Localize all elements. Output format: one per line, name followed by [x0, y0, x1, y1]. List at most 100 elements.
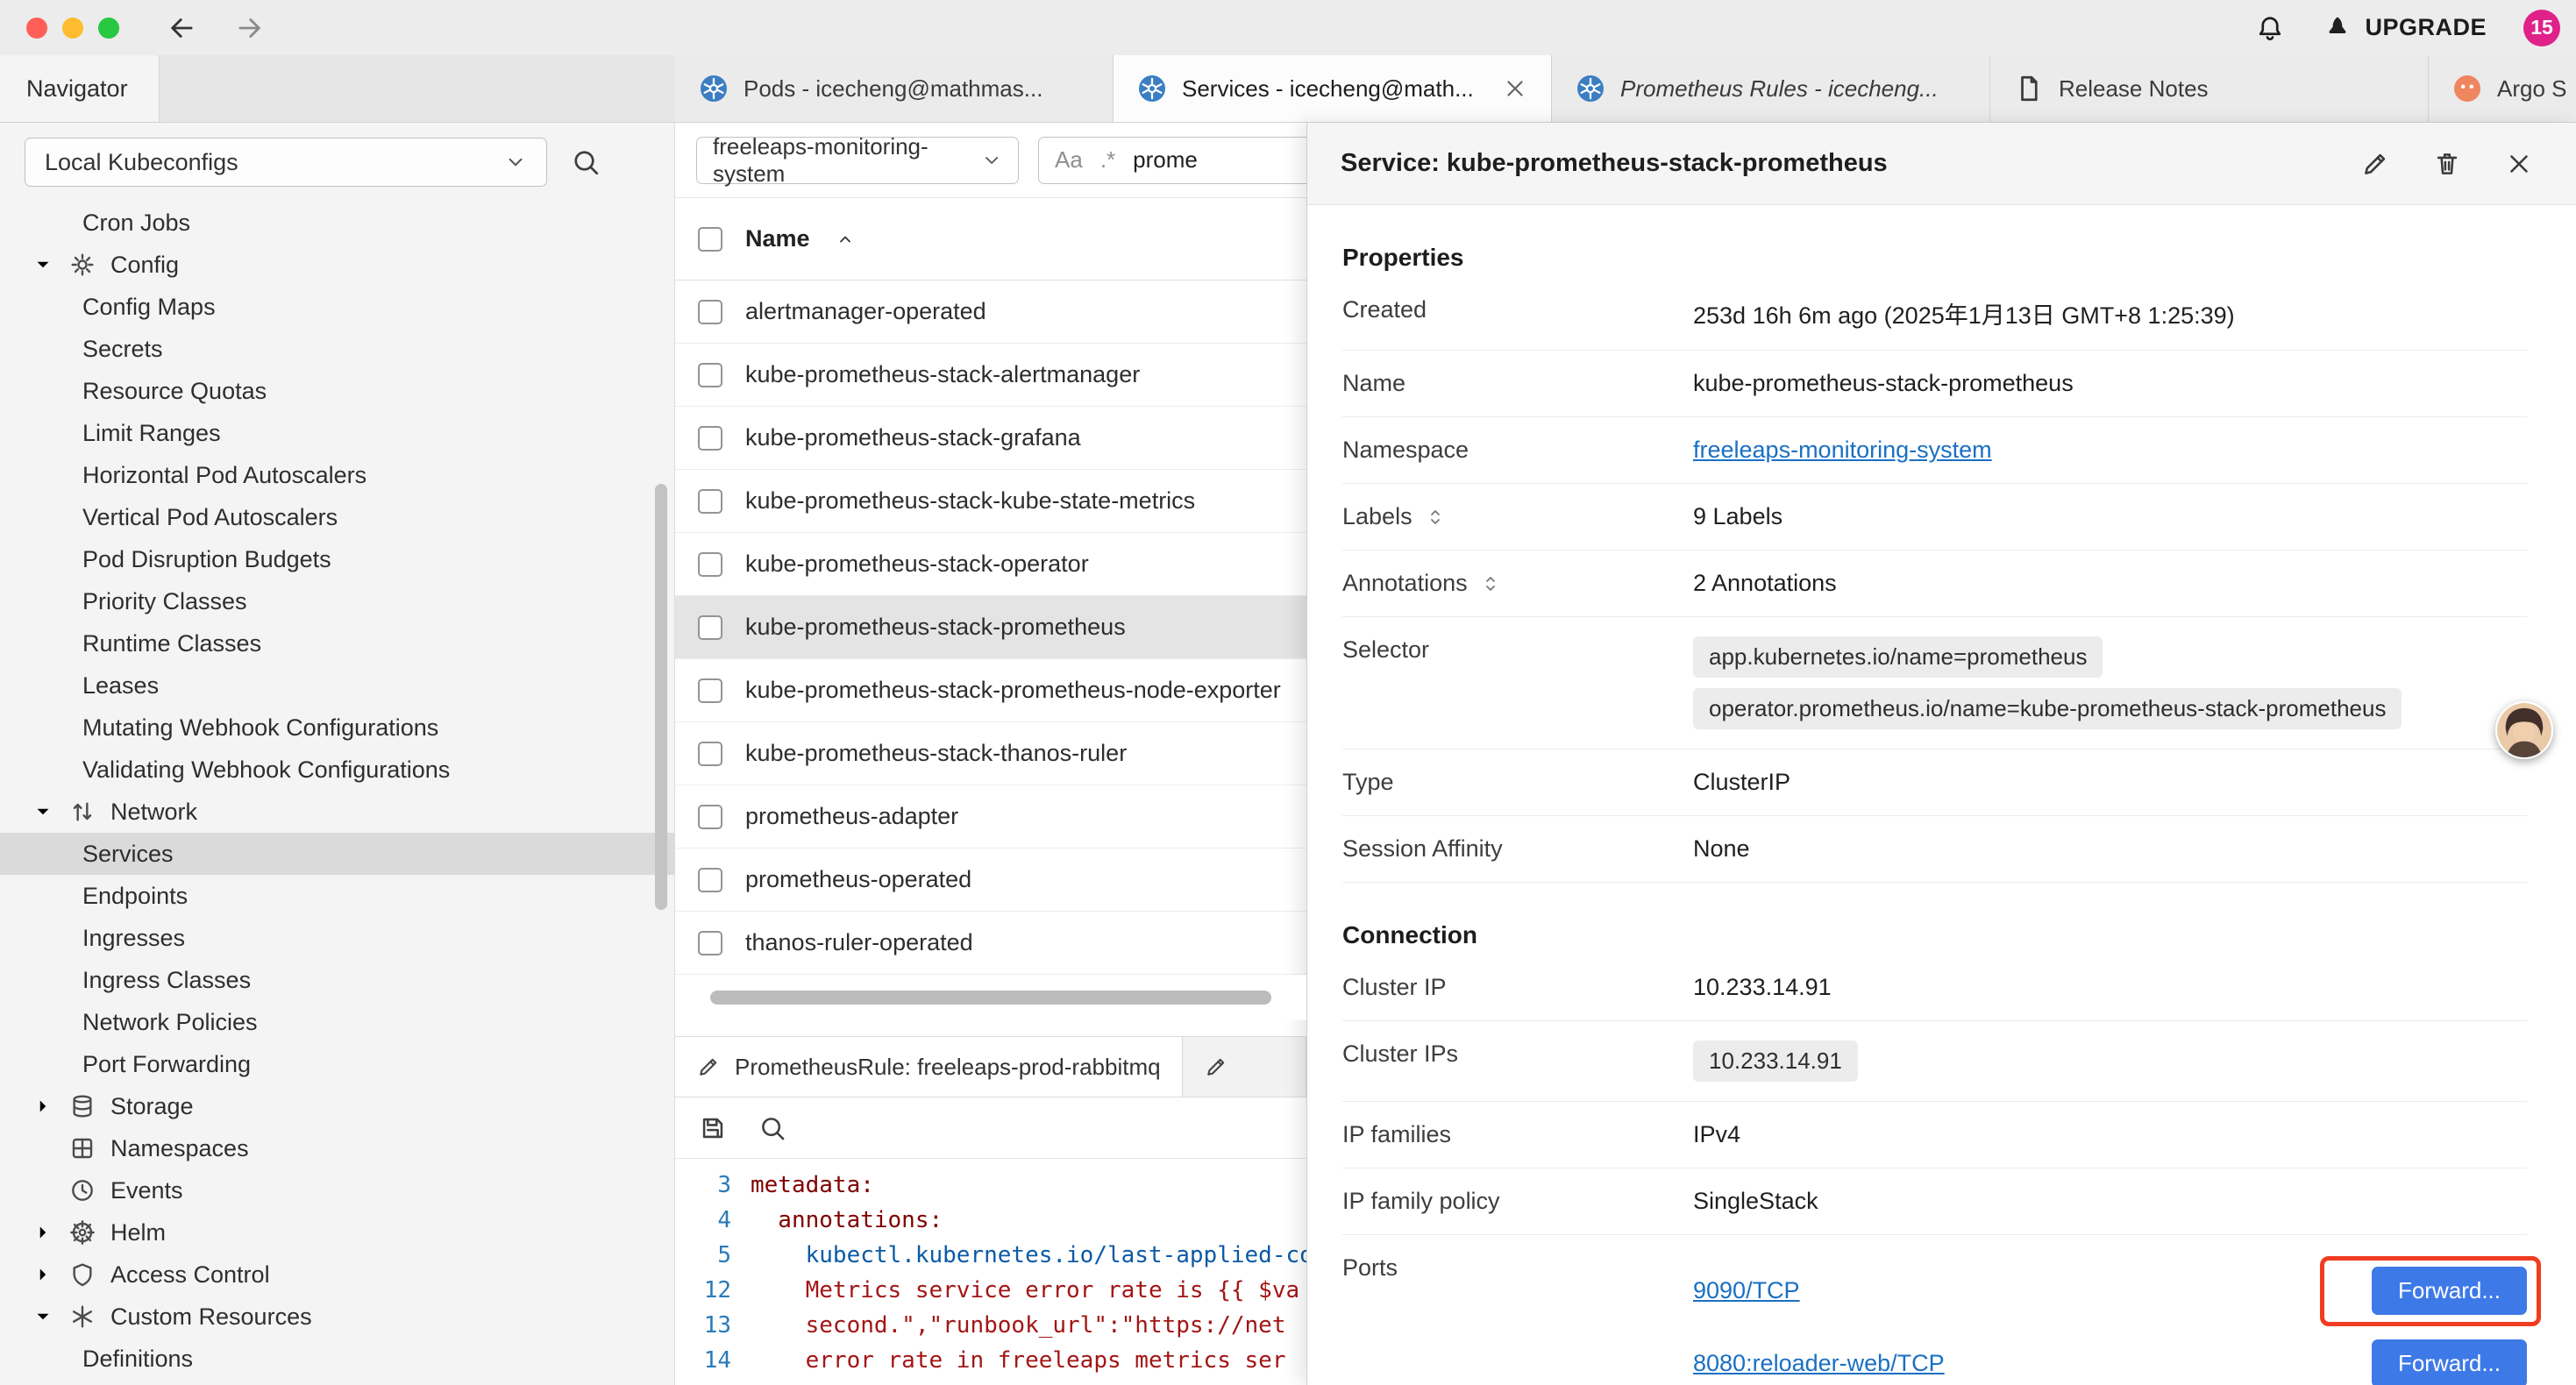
- sidebar-scrollbar[interactable]: [655, 484, 667, 910]
- sidebar-item-access-control[interactable]: Access Control: [0, 1254, 674, 1296]
- sidebar-item-secrets[interactable]: Secrets: [0, 328, 674, 370]
- forward-icon[interactable]: [233, 11, 267, 45]
- forward-button[interactable]: Forward...: [2372, 1267, 2527, 1315]
- avatar[interactable]: [2495, 701, 2553, 759]
- detail-label: Selector: [1342, 636, 1693, 664]
- table-row-kube-prometheus-stack-operator[interactable]: kube-prometheus-stack-operator: [675, 533, 1306, 596]
- row-checkbox[interactable]: [698, 931, 722, 955]
- row-checkbox[interactable]: [698, 552, 722, 577]
- row-checkbox[interactable]: [698, 868, 722, 892]
- dock-tab-next[interactable]: [1183, 1037, 1306, 1097]
- tab-argo-s[interactable]: Argo S: [2429, 55, 2576, 122]
- list-search-input[interactable]: Aa .* prome: [1038, 137, 1306, 184]
- table-row-prometheus-adapter[interactable]: prometheus-adapter: [675, 785, 1306, 849]
- close-icon[interactable]: [1502, 75, 1528, 102]
- notifications-count-badge[interactable]: 15: [2523, 10, 2560, 46]
- service-name: prometheus-operated: [745, 866, 971, 893]
- sidebar-item-ingress-classes[interactable]: Ingress Classes: [0, 959, 674, 1001]
- horizontal-scrollbar-thumb[interactable]: [710, 991, 1271, 1005]
- upgrade-button[interactable]: UPGRADE: [2323, 13, 2487, 43]
- tab-release-notes[interactable]: Release Notes: [1990, 55, 2429, 122]
- navigator-panel-tab[interactable]: Navigator: [0, 55, 160, 122]
- sidebar-item-events[interactable]: Events: [0, 1169, 674, 1211]
- drawer-body: PropertiesCreated253d 16h 6m ago (2025年1…: [1307, 205, 2576, 1385]
- name-column-header[interactable]: Name: [745, 225, 810, 252]
- row-checkbox[interactable]: [698, 426, 722, 451]
- tab-services-icecheng-math[interactable]: Services - icecheng@math...: [1114, 55, 1552, 122]
- sidebar-item-definitions[interactable]: Definitions: [0, 1338, 674, 1380]
- regex-toggle[interactable]: .*: [1100, 146, 1115, 174]
- code-line: annotations:: [751, 1203, 1306, 1238]
- sidebar-item-cron-jobs[interactable]: Cron Jobs: [0, 202, 674, 244]
- sidebar-item-pod-disruption-budgets[interactable]: Pod Disruption Budgets: [0, 538, 674, 580]
- sidebar-search-icon[interactable]: [570, 146, 601, 178]
- yaml-editor[interactable]: 345121314 metadata: annotations: kubectl…: [675, 1159, 1306, 1385]
- sidebar-item-priority-classes[interactable]: Priority Classes: [0, 580, 674, 622]
- table-row-kube-prometheus-stack-alertmanager[interactable]: kube-prometheus-stack-alertmanager: [675, 344, 1306, 407]
- sidebar-item-network-policies[interactable]: Network Policies: [0, 1001, 674, 1043]
- kubernetes-icon: [1575, 73, 1606, 104]
- close-window-button[interactable]: [26, 18, 47, 39]
- horizontal-scrollbar[interactable]: [675, 975, 1306, 1020]
- row-checkbox[interactable]: [698, 363, 722, 387]
- updown-icon[interactable]: [1425, 504, 1446, 530]
- sidebar-item-validating-webhook-configurations[interactable]: Validating Webhook Configurations: [0, 749, 674, 791]
- table-row-kube-prometheus-stack-grafana[interactable]: kube-prometheus-stack-grafana: [675, 407, 1306, 470]
- save-icon[interactable]: [698, 1113, 728, 1143]
- sidebar-item-config-maps[interactable]: Config Maps: [0, 286, 674, 328]
- port-link[interactable]: 9090/TCP: [1693, 1277, 1800, 1304]
- row-checkbox[interactable]: [698, 742, 722, 766]
- sidebar-item-services[interactable]: Services: [0, 833, 674, 875]
- sidebar-item-endpoints[interactable]: Endpoints: [0, 875, 674, 917]
- port-line: 9090/TCP Forward...: [1693, 1254, 2527, 1327]
- sidebar-item-helm[interactable]: Helm: [0, 1211, 674, 1254]
- table-row-thanos-ruler-operated[interactable]: thanos-ruler-operated: [675, 912, 1306, 975]
- table-row-prometheus-operated[interactable]: prometheus-operated: [675, 849, 1306, 912]
- table-row-kube-prometheus-stack-thanos-ruler[interactable]: kube-prometheus-stack-thanos-ruler: [675, 722, 1306, 785]
- select-all-checkbox[interactable]: [698, 227, 722, 252]
- edit-service-icon[interactable]: [2360, 149, 2390, 179]
- sidebar-item-namespaces[interactable]: Namespaces: [0, 1127, 674, 1169]
- row-checkbox[interactable]: [698, 615, 722, 640]
- sidebar-item-leases[interactable]: Leases: [0, 664, 674, 707]
- dock-tab-prometheusrule[interactable]: PrometheusRule: freeleaps-prod-rabbitmq: [675, 1037, 1183, 1097]
- row-checkbox[interactable]: [698, 300, 722, 324]
- sidebar-item-mutating-webhook-configurations[interactable]: Mutating Webhook Configurations: [0, 707, 674, 749]
- sidebar-item-vertical-pod-autoscalers[interactable]: Vertical Pod Autoscalers: [0, 496, 674, 538]
- forward-button[interactable]: Forward...: [2372, 1339, 2527, 1385]
- sidebar-item-custom-resources[interactable]: Custom Resources: [0, 1296, 674, 1338]
- table-row-alertmanager-operated[interactable]: alertmanager-operated: [675, 281, 1306, 344]
- kubeconfig-select[interactable]: Local Kubeconfigs: [25, 138, 547, 187]
- delete-service-icon[interactable]: [2432, 149, 2462, 179]
- sidebar-item-config[interactable]: Config: [0, 244, 674, 286]
- row-checkbox[interactable]: [698, 489, 722, 514]
- sidebar-item-horizontal-pod-autoscalers[interactable]: Horizontal Pod Autoscalers: [0, 454, 674, 496]
- tab-prometheus-rules-icecheng[interactable]: Prometheus Rules - icecheng...: [1552, 55, 1990, 122]
- table-row-kube-prometheus-stack-prometheus[interactable]: kube-prometheus-stack-prometheus: [675, 596, 1306, 659]
- tab-pods-icecheng-mathmas[interactable]: Pods - icecheng@mathmas...: [675, 55, 1114, 122]
- sidebar-item-resource-quotas[interactable]: Resource Quotas: [0, 370, 674, 412]
- notifications-bell-icon[interactable]: [2254, 12, 2286, 44]
- sidebar-item-port-forwarding[interactable]: Port Forwarding: [0, 1043, 674, 1085]
- minimize-window-button[interactable]: [62, 18, 83, 39]
- namespace-link[interactable]: freeleaps-monitoring-system: [1693, 437, 1992, 463]
- close-drawer-icon[interactable]: [2504, 149, 2534, 179]
- editor-search-icon[interactable]: [758, 1113, 787, 1143]
- sidebar-item-storage[interactable]: Storage: [0, 1085, 674, 1127]
- namespace-select[interactable]: freeleaps-monitoring-system: [696, 137, 1019, 184]
- helm-icon: [68, 1218, 96, 1246]
- table-row-kube-prometheus-stack-kube-state-metrics[interactable]: kube-prometheus-stack-kube-state-metrics: [675, 470, 1306, 533]
- match-case-toggle[interactable]: Aa: [1055, 146, 1083, 174]
- sidebar-item-ingresses[interactable]: Ingresses: [0, 917, 674, 959]
- back-icon[interactable]: [165, 11, 198, 45]
- port-link[interactable]: 8080:reloader-web/TCP: [1693, 1350, 1945, 1377]
- sidebar-item-network[interactable]: Network: [0, 791, 674, 833]
- sidebar-item-runtime-classes[interactable]: Runtime Classes: [0, 622, 674, 664]
- row-checkbox[interactable]: [698, 805, 722, 829]
- argo-icon: [2451, 73, 2483, 104]
- sidebar-item-limit-ranges[interactable]: Limit Ranges: [0, 412, 674, 454]
- table-row-kube-prometheus-stack-prometheus-node-exporter[interactable]: kube-prometheus-stack-prometheus-node-ex…: [675, 659, 1306, 722]
- row-checkbox[interactable]: [698, 678, 722, 703]
- updown-icon[interactable]: [1480, 571, 1501, 597]
- zoom-window-button[interactable]: [98, 18, 119, 39]
